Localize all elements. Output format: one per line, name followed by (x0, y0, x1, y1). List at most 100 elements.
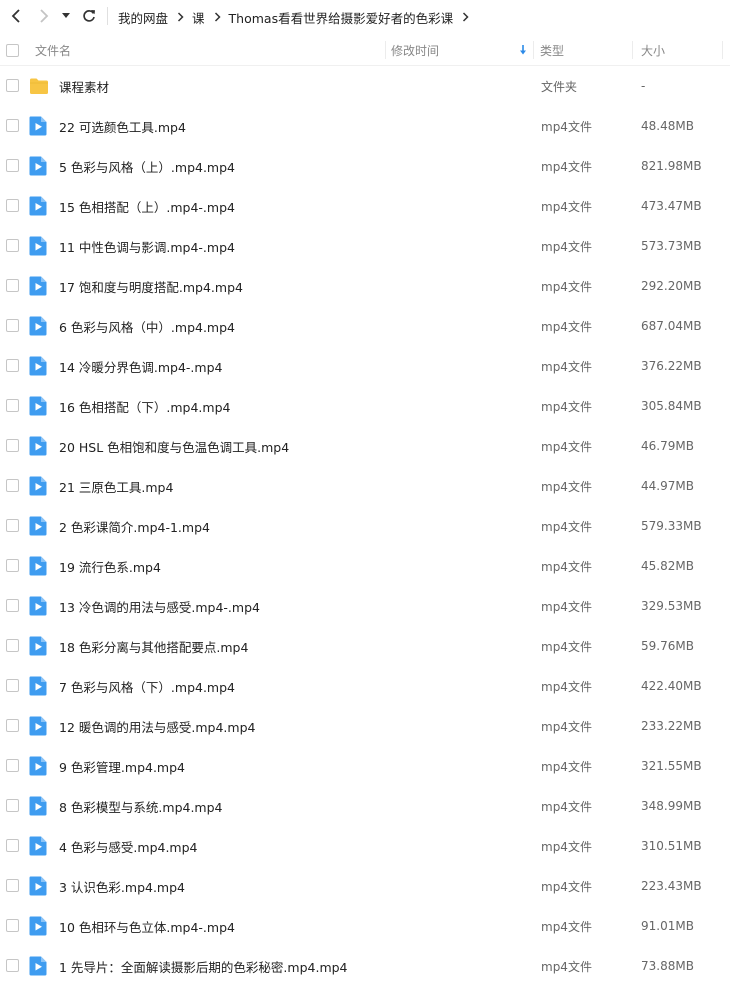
file-size: - (641, 79, 646, 93)
file-name: 8 色彩模型与系统.mp4.mp4 (59, 799, 223, 815)
file-size: 48.48MB (641, 119, 694, 133)
row-checkbox[interactable] (6, 479, 19, 492)
file-row-5[interactable]: 11 中性色调与影调.mp4-.mp4 mp4文件 573.73MB (0, 226, 730, 266)
row-checkbox[interactable] (6, 559, 19, 572)
file-name: 21 三原色工具.mp4 (59, 479, 174, 495)
file-row-17[interactable]: 12 暖色调的用法与感受.mp4.mp4 mp4文件 233.22MB (0, 706, 730, 746)
file-row-6[interactable]: 17 饱和度与明度搭配.mp4.mp4 mp4文件 292.20MB (0, 266, 730, 306)
file-name: 9 色彩管理.mp4.mp4 (59, 759, 186, 775)
file-size: 321.55MB (641, 759, 702, 773)
forward-button[interactable] (34, 6, 54, 26)
row-checkbox[interactable] (6, 959, 19, 972)
file-list-header: 文件名 修改时间 类型 大小 (0, 34, 730, 66)
file-row-1[interactable]: 课程素材 文件夹 - (0, 66, 730, 106)
file-size: 821.98MB (641, 159, 702, 173)
file-row-15[interactable]: 18 色彩分离与其他搭配要点.mp4 mp4文件 59.76MB (0, 626, 730, 666)
file-row-22[interactable]: 10 色相环与色立体.mp4-.mp4 mp4文件 91.01MB (0, 906, 730, 946)
column-header-name[interactable]: 文件名 (35, 34, 71, 66)
column-header-size[interactable]: 大小 (641, 34, 665, 66)
file-type: 文件夹 (541, 79, 578, 94)
row-checkbox[interactable] (6, 239, 19, 252)
row-checkbox[interactable] (6, 719, 19, 732)
video-file-icon (29, 916, 49, 936)
file-row-18[interactable]: 9 色彩管理.mp4.mp4 mp4文件 321.55MB (0, 746, 730, 786)
row-checkbox[interactable] (6, 919, 19, 932)
row-checkbox[interactable] (6, 119, 19, 132)
row-checkbox[interactable] (6, 639, 19, 652)
file-row-9[interactable]: 16 色相搭配（下）.mp4.mp4 mp4文件 305.84MB (0, 386, 730, 426)
row-checkbox[interactable] (6, 759, 19, 772)
breadcrumb-item-current-folder[interactable]: Thomas看看世界给摄影爱好者的色彩课 (229, 8, 454, 27)
file-type: mp4文件 (541, 759, 592, 774)
refresh-button[interactable] (79, 6, 99, 26)
row-checkbox[interactable] (6, 399, 19, 412)
file-row-8[interactable]: 14 冷暖分界色调.mp4-.mp4 mp4文件 376.22MB (0, 346, 730, 386)
file-row-14[interactable]: 13 冷色调的用法与感受.mp4-.mp4 mp4文件 329.53MB (0, 586, 730, 626)
select-all-checkbox[interactable] (6, 44, 19, 57)
file-name: 20 HSL 色相饱和度与色温色调工具.mp4 (59, 439, 290, 455)
row-checkbox[interactable] (6, 359, 19, 372)
video-file-icon (29, 956, 49, 976)
file-name: 16 色相搭配（下）.mp4.mp4 (59, 399, 231, 415)
file-row-16[interactable]: 7 色彩与风格（下）.mp4.mp4 mp4文件 422.40MB (0, 666, 730, 706)
sort-descending-icon[interactable] (519, 45, 527, 55)
video-file-icon (29, 196, 49, 216)
row-checkbox[interactable] (6, 319, 19, 332)
file-type: mp4文件 (541, 239, 592, 254)
row-checkbox[interactable] (6, 799, 19, 812)
breadcrumb-item-course[interactable]: 课 (192, 8, 205, 27)
row-checkbox[interactable] (6, 839, 19, 852)
column-header-type[interactable]: 类型 (540, 34, 564, 66)
file-row-7[interactable]: 6 色彩与风格（中）.mp4.mp4 mp4文件 687.04MB (0, 306, 730, 346)
row-checkbox[interactable] (6, 599, 19, 612)
file-row-10[interactable]: 20 HSL 色相饱和度与色温色调工具.mp4 mp4文件 46.79MB (0, 426, 730, 466)
file-type: mp4文件 (541, 919, 592, 934)
file-row-19[interactable]: 8 色彩模型与系统.mp4.mp4 mp4文件 348.99MB (0, 786, 730, 826)
file-type: mp4文件 (541, 879, 592, 894)
file-size: 44.97MB (641, 479, 694, 493)
file-size: 422.40MB (641, 679, 702, 693)
chevron-right-icon[interactable] (462, 12, 469, 22)
file-size: 223.43MB (641, 879, 702, 893)
file-name: 3 认识色彩.mp4.mp4 (59, 879, 186, 895)
row-checkbox[interactable] (6, 879, 19, 892)
row-checkbox[interactable] (6, 439, 19, 452)
breadcrumb: 我的网盘 课 Thomas看看世界给摄影爱好者的色彩课 (118, 0, 477, 34)
video-file-icon (29, 596, 49, 616)
file-row-11[interactable]: 21 三原色工具.mp4 mp4文件 44.97MB (0, 466, 730, 506)
file-row-20[interactable]: 4 色彩与感受.mp4.mp4 mp4文件 310.51MB (0, 826, 730, 866)
toolbar-divider (107, 7, 108, 25)
video-file-icon (29, 316, 49, 336)
history-dropdown-button[interactable] (59, 6, 73, 26)
file-row-2[interactable]: 22 可选颜色工具.mp4 mp4文件 48.48MB (0, 106, 730, 146)
file-size: 305.84MB (641, 399, 702, 413)
row-checkbox[interactable] (6, 159, 19, 172)
file-type: mp4文件 (541, 319, 592, 334)
file-row-21[interactable]: 3 认识色彩.mp4.mp4 mp4文件 223.43MB (0, 866, 730, 906)
file-type: mp4文件 (541, 159, 592, 174)
file-row-4[interactable]: 15 色相搭配（上）.mp4-.mp4 mp4文件 473.47MB (0, 186, 730, 226)
file-name: 15 色相搭配（上）.mp4-.mp4 (59, 199, 235, 215)
column-header-modified[interactable]: 修改时间 (391, 34, 439, 66)
row-checkbox[interactable] (6, 199, 19, 212)
file-type: mp4文件 (541, 639, 592, 654)
row-checkbox[interactable] (6, 519, 19, 532)
file-row-3[interactable]: 5 色彩与风格（上）.mp4.mp4 mp4文件 821.98MB (0, 146, 730, 186)
file-name: 6 色彩与风格（中）.mp4.mp4 (59, 319, 236, 335)
row-checkbox[interactable] (6, 679, 19, 692)
file-type: mp4文件 (541, 439, 592, 454)
video-file-icon (29, 836, 49, 856)
breadcrumb-item-my-drive[interactable]: 我的网盘 (118, 8, 168, 27)
row-checkbox[interactable] (6, 279, 19, 292)
back-button[interactable] (6, 6, 26, 26)
row-checkbox[interactable] (6, 79, 19, 92)
file-row-12[interactable]: 2 色彩课简介.mp4-1.mp4 mp4文件 579.33MB (0, 506, 730, 546)
file-row-23[interactable]: 1 先导片：全面解读摄影后期的色彩秘密.mp4.mp4 mp4文件 73.88M… (0, 946, 730, 986)
file-name: 7 色彩与风格（下）.mp4.mp4 (59, 679, 236, 695)
chevron-right-icon (177, 12, 184, 22)
column-divider (722, 41, 723, 59)
file-row-13[interactable]: 19 流行色系.mp4 mp4文件 45.82MB (0, 546, 730, 586)
video-file-icon (29, 356, 49, 376)
folder-icon (29, 76, 49, 96)
file-name: 4 色彩与感受.mp4.mp4 (59, 839, 198, 855)
